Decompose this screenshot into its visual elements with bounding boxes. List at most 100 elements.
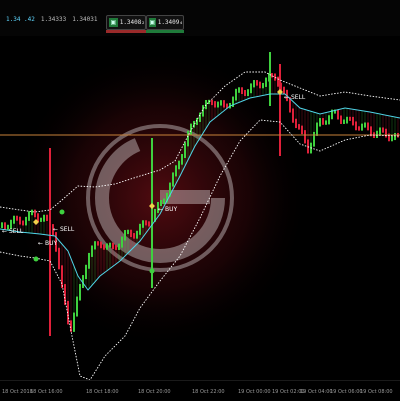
candle	[271, 73, 273, 78]
candle	[304, 130, 306, 144]
candle	[109, 242, 111, 248]
price-readout-2: 1.34333	[40, 16, 67, 23]
candle	[358, 126, 360, 131]
signal-label: SELL	[59, 226, 75, 233]
candle	[394, 132, 396, 141]
candle	[61, 265, 63, 289]
sell-signal-2: ← SELL	[53, 226, 74, 233]
candle	[91, 245, 93, 257]
candle	[235, 88, 237, 101]
candle	[73, 312, 75, 332]
signal-label: SELL	[290, 94, 306, 101]
candle	[247, 89, 249, 97]
candle	[97, 241, 99, 246]
candle	[295, 118, 297, 129]
candle	[130, 229, 132, 238]
candle	[172, 172, 174, 187]
candle	[43, 214, 45, 222]
time-tick: 19 Oct 06:00	[330, 389, 363, 395]
candle	[46, 214, 48, 221]
candle	[175, 165, 177, 177]
candle	[16, 215, 18, 221]
candle	[319, 118, 321, 127]
cart-icon: ▣	[149, 18, 156, 27]
price-chart[interactable]	[0, 36, 400, 380]
sell-order-button[interactable]: ▣ 1.3408₂	[106, 15, 146, 30]
candle	[244, 90, 246, 97]
time-tick: 18 Oct 18:00	[86, 389, 119, 395]
candle	[88, 252, 90, 269]
candle	[220, 100, 222, 106]
cart-icon: ▣	[109, 18, 118, 27]
arrow-left-icon: ←	[38, 240, 44, 247]
sell-price: 1.3408₂	[119, 19, 145, 26]
candle	[217, 101, 219, 108]
price-readout: 1.34 .42 1.34333 1.34031	[6, 16, 98, 28]
candle	[181, 153, 183, 165]
candle	[19, 216, 21, 225]
buy-signal-1: ← BUY	[38, 240, 57, 247]
candle	[355, 121, 357, 131]
candle	[274, 73, 276, 81]
top-toolbar: 1.34 .42 1.34333 1.34031 ▣ 1.3408₂ ▣ 1.3…	[0, 0, 400, 36]
candle	[118, 243, 120, 250]
sell-bar	[106, 30, 146, 33]
trading-app: 1.34 .42 1.34333 1.34031 ▣ 1.3408₂ ▣ 1.3…	[0, 0, 400, 401]
candle	[241, 87, 243, 95]
time-axis: 18 Oct 2018 18 Oct 16:00 18 Oct 18:00 18…	[0, 380, 400, 401]
candle	[79, 284, 81, 301]
time-tick: 19 Oct 04:00	[300, 389, 333, 395]
buy-order-button[interactable]: ▣ 1.3409₄	[146, 15, 184, 30]
arrow-left-icon: ←	[284, 94, 290, 101]
arrow-left-icon: ←	[158, 206, 164, 213]
candle	[106, 243, 108, 250]
candle	[283, 86, 285, 94]
price-readout-3: 1.34031	[72, 16, 98, 23]
candle	[340, 115, 342, 124]
candle	[292, 108, 294, 123]
candle	[382, 127, 384, 133]
candle	[94, 241, 96, 250]
time-tick: 18 Oct 20:00	[138, 389, 171, 395]
buy-bar	[146, 30, 184, 33]
sell-signal-3: ← SELL	[284, 94, 305, 101]
candle	[238, 87, 240, 93]
candle	[391, 136, 393, 142]
candle	[133, 233, 135, 239]
candle	[142, 220, 144, 228]
candle	[313, 131, 315, 147]
candle	[214, 101, 216, 108]
candle	[223, 100, 225, 108]
candle	[379, 127, 381, 135]
candle	[163, 198, 165, 205]
candle	[100, 241, 102, 249]
candle	[22, 220, 24, 226]
candle	[25, 216, 27, 226]
candle	[322, 118, 324, 125]
candle	[199, 112, 201, 122]
candle	[262, 82, 264, 89]
candle	[40, 217, 42, 222]
candle	[385, 128, 387, 138]
candle	[376, 130, 378, 139]
candle	[85, 264, 87, 280]
candle	[343, 119, 345, 124]
candle	[301, 125, 303, 135]
candle	[277, 76, 279, 87]
time-tick: 18 Oct 16:00	[30, 389, 63, 395]
chart-area[interactable]: ← SELL ← SELL ← BUY ← BUY ← SELL	[0, 36, 400, 380]
signal-dot	[149, 268, 155, 274]
candle	[121, 236, 123, 248]
candle	[115, 245, 117, 250]
candle	[103, 244, 105, 250]
signal-label: BUY	[44, 240, 58, 247]
candle	[145, 220, 147, 226]
arrow-left-icon: ←	[53, 226, 59, 233]
candle	[352, 116, 354, 126]
candle	[76, 296, 78, 317]
candle	[211, 99, 213, 106]
time-tick: 18 Oct 2018	[2, 389, 33, 395]
signal-dot	[59, 209, 65, 215]
candle	[28, 211, 30, 221]
time-tick: 19 Oct 08:00	[360, 389, 393, 395]
